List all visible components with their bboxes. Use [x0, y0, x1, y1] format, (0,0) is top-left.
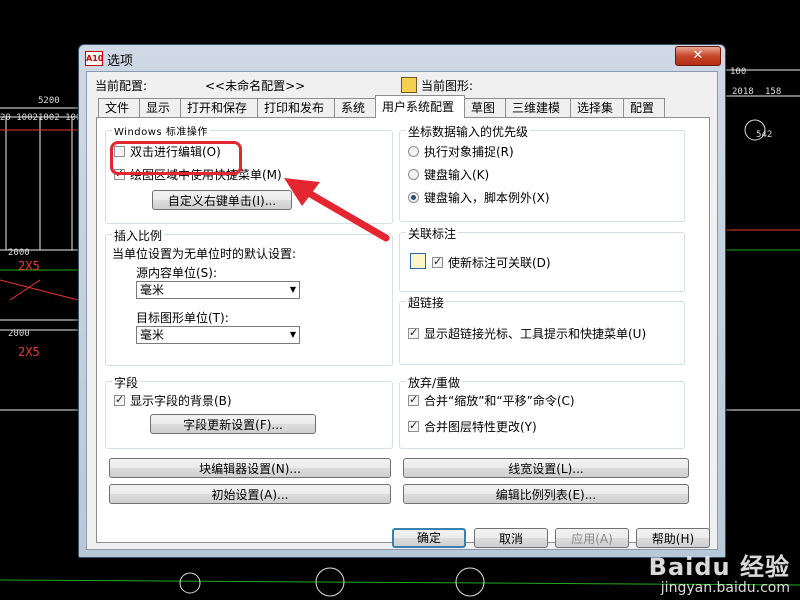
merge-layer-label: 合并图层特性更改(Y) — [424, 420, 537, 434]
help-button[interactable]: 帮助(H) — [636, 528, 710, 548]
target-units-value: 毫米 — [140, 328, 165, 342]
apply-button[interactable]: 应用(A) — [555, 528, 629, 548]
cad-dim-text: 100 — [730, 67, 746, 77]
tab-user-preferences[interactable]: 用户系统配置 — [375, 95, 465, 118]
cad-dim-text: 5200 — [38, 96, 60, 106]
cad-label-text: 2X5 — [18, 259, 40, 273]
hyperlink-cursor-checkbox[interactable] — [408, 326, 419, 339]
current-profile-value: <<未命名配置>> — [205, 79, 306, 93]
source-units-label: 源内容单位(S): — [136, 266, 218, 280]
tab-3d-modeling[interactable]: 三维建模 — [505, 98, 571, 117]
hyperlink-title: 超链接 — [406, 294, 447, 311]
dialog-titlebar[interactable]: A10 选项 ✕ — [79, 45, 725, 71]
coord-priority-title: 坐标数据输入的优先级 — [406, 123, 531, 140]
assoc-dim-group: 关联标注 使新标注可关联(D) — [399, 225, 685, 292]
watermark-url: jingyan.baidu.com — [660, 580, 790, 596]
custom-right-click-button[interactable]: 自定义右键单击(I)... — [152, 190, 292, 210]
source-units-select[interactable]: 毫米 ▼ — [136, 281, 300, 299]
chevron-down-icon: ▼ — [289, 285, 296, 294]
coord-keyboard-label: 键盘输入(K) — [424, 168, 490, 182]
baidu-watermark: Baidu 经验 jingyan.baidu.com — [649, 547, 790, 596]
merge-layer-checkbox[interactable] — [408, 419, 419, 432]
edit-scale-list-button[interactable]: 编辑比例列表(E)... — [403, 484, 689, 504]
associative-dimension-icon — [410, 253, 426, 269]
target-units-select[interactable]: 毫米 ▼ — [136, 326, 300, 344]
merge-zoom-pan-row[interactable]: 合并“缩放”和“平移”命令(C) — [408, 392, 575, 409]
merge-zoom-pan-checkbox[interactable] — [408, 393, 419, 406]
tab-files[interactable]: 文件 — [98, 98, 140, 117]
assoc-dim-title: 关联标注 — [406, 225, 459, 242]
insert-scale-desc: 当单位设置为无单位时的默认设置: — [112, 247, 297, 261]
field-update-settings-button[interactable]: 字段更新设置(F)... — [150, 414, 316, 434]
insert-scale-title: 插入比例 — [112, 227, 165, 244]
coord-keyboard-script-radio[interactable] — [408, 192, 419, 203]
tab-profiles[interactable]: 配置 — [623, 98, 665, 117]
tab-selection[interactable]: 选择集 — [570, 98, 624, 117]
show-field-bg-checkbox[interactable] — [114, 393, 125, 406]
tab-system[interactable]: 系统 — [334, 98, 376, 117]
cad-label-text: 2X5 — [18, 345, 40, 359]
tab-display[interactable]: 显示 — [139, 98, 181, 117]
undo-redo-title: 放弃/重做 — [406, 374, 463, 391]
undo-redo-group: 放弃/重做 合并“缩放”和“平移”命令(C) 合并图层特性更改(Y) — [399, 374, 685, 449]
close-icon[interactable]: ✕ — [675, 46, 721, 66]
new-assoc-label: 使新标注可关联(D) — [448, 256, 551, 270]
hyperlink-cursor-label: 显示超链接光标、工具提示和快捷菜单(U) — [424, 327, 647, 341]
coord-option-osnap[interactable]: 执行对象捕捉(R) — [408, 143, 514, 160]
windows-ops-title: Windows 标准操作 — [112, 123, 210, 138]
tab-open-save[interactable]: 打开和保存 — [180, 98, 258, 117]
coord-option-keyboard-script[interactable]: 键盘输入，脚本例外(X) — [408, 189, 550, 206]
baidu-jingyan-logo: Baidu 经验 — [648, 553, 790, 581]
drawing-file-icon — [401, 77, 417, 93]
tab-drafting[interactable]: 草图 — [464, 98, 506, 117]
coord-keyboard-script-label: 键盘输入，脚本例外(X) — [424, 191, 550, 205]
target-units-label: 目标图形单位(T): — [136, 311, 229, 325]
hyperlink-cursor-row[interactable]: 显示超链接光标、工具提示和快捷菜单(U) — [408, 325, 646, 342]
cad-dim-text: 2000 — [8, 248, 30, 258]
options-dialog: A10 选项 ✕ 当前配置: <<未命名配置>> 当前图形: 文件 显示 打开和… — [78, 44, 726, 558]
ok-button[interactable]: 确定 — [392, 528, 466, 548]
cancel-button[interactable]: 取消 — [474, 528, 548, 548]
hyperlink-group: 超链接 显示超链接光标、工具提示和快捷菜单(U) — [399, 294, 685, 365]
merge-layer-row[interactable]: 合并图层特性更改(Y) — [408, 418, 537, 435]
coord-option-keyboard[interactable]: 键盘输入(K) — [408, 166, 489, 183]
cad-dim-text: 542 — [756, 130, 772, 140]
initial-setup-button[interactable]: 初始设置(A)... — [109, 484, 391, 504]
coord-keyboard-radio[interactable] — [408, 169, 419, 180]
fields-title: 字段 — [112, 374, 141, 391]
dialog-title: 选项 — [107, 54, 134, 69]
insert-scale-group: 插入比例 当单位设置为无单位时的默认设置: 源内容单位(S): 毫米 ▼ 目标图… — [105, 227, 393, 366]
cad-dim-text: 158 — [765, 87, 781, 97]
current-drawing-label: 当前图形: — [421, 79, 474, 93]
coord-osnap-radio[interactable] — [408, 146, 419, 157]
show-field-bg-label: 显示字段的背景(B) — [130, 394, 232, 408]
show-field-bg-row[interactable]: 显示字段的背景(B) — [114, 392, 232, 409]
tab-plot-publish[interactable]: 打印和发布 — [257, 98, 335, 117]
fields-group: 字段 显示字段的背景(B) 字段更新设置(F)... — [105, 374, 393, 449]
cad-dim-text: 2000 — [8, 329, 30, 339]
new-assoc-row[interactable]: 使新标注可关联(D) — [432, 254, 551, 271]
coord-osnap-label: 执行对象捕捉(R) — [424, 145, 514, 159]
red-highlight-box — [110, 141, 242, 175]
current-profile-label: 当前配置: — [95, 79, 148, 93]
block-editor-settings-button[interactable]: 块编辑器设置(N)... — [109, 458, 391, 478]
source-units-value: 毫米 — [140, 283, 165, 297]
lineweight-settings-button[interactable]: 线宽设置(L)... — [403, 458, 689, 478]
merge-zoom-pan-label: 合并“缩放”和“平移”命令(C) — [424, 394, 575, 408]
chevron-down-icon: ▼ — [289, 330, 296, 339]
cad-dim-text: 2018 — [732, 87, 754, 97]
coord-priority-group: 坐标数据输入的优先级 执行对象捕捉(R) 键盘输入(K) 键盘输入，脚本例外(X… — [399, 123, 685, 222]
cad-dim-text: 20 1002 — [0, 113, 38, 123]
autocad-app-icon: A10 — [85, 51, 103, 66]
new-assoc-checkbox[interactable] — [432, 255, 443, 268]
user-preferences-panel: Windows 标准操作 双击进行编辑(O) 绘图区域中使用快捷菜单(M) 自定… — [96, 117, 710, 543]
